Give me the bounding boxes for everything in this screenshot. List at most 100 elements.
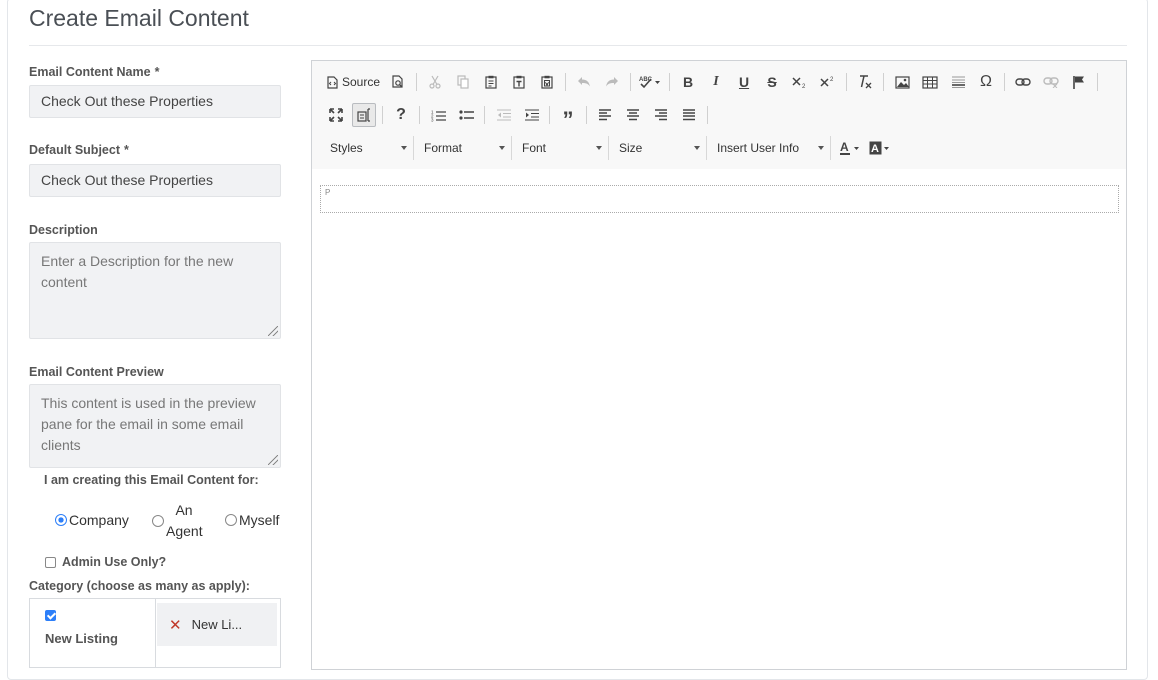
italic-icon: I: [713, 74, 719, 89]
unlink-button[interactable]: [1039, 70, 1063, 94]
resize-handle-icon[interactable]: [268, 326, 278, 336]
toolbar-separator: [586, 106, 587, 124]
subscript-button[interactable]: 2: [788, 70, 812, 94]
image-button[interactable]: [890, 70, 914, 94]
selected-category-label: New Li...: [191, 617, 243, 632]
category-checkbox-new-listing[interactable]: [45, 610, 56, 621]
outdent-button[interactable]: [491, 103, 515, 127]
admin-use-only[interactable]: Admin Use Only?: [45, 555, 166, 569]
description-placeholder: Enter a Description for the new content: [41, 253, 234, 290]
radio-unchecked-icon[interactable]: [225, 514, 237, 526]
paste-icon: [485, 75, 497, 89]
paragraph-block[interactable]: P: [320, 185, 1119, 213]
align-center-icon: [627, 109, 639, 121]
superscript-button[interactable]: 2: [816, 70, 840, 94]
bold-icon: B: [682, 74, 694, 90]
radio-an-agent[interactable]: An Agent: [152, 500, 203, 542]
svg-text:3: 3: [431, 117, 434, 122]
show-blocks-button[interactable]: [352, 103, 376, 127]
insert-user-info-combo[interactable]: Insert User Info: [711, 136, 831, 160]
paste-word-icon: [541, 75, 553, 89]
editor-content-area[interactable]: P: [312, 169, 1126, 669]
paste-word-button[interactable]: [535, 70, 559, 94]
help-button[interactable]: ?: [389, 103, 413, 127]
source-button[interactable]: Source: [324, 70, 382, 94]
preview-textarea[interactable]: This content is used in the preview pane…: [29, 384, 281, 468]
text-color-icon: A: [840, 141, 859, 155]
size-combo[interactable]: Size: [613, 136, 707, 160]
cut-icon: [429, 75, 441, 89]
preview-button[interactable]: [386, 70, 410, 94]
italic-button[interactable]: I: [704, 70, 728, 94]
blockquote-button[interactable]: ”: [556, 103, 580, 131]
toolbar-separator: [846, 73, 848, 91]
required-mark: *: [154, 65, 160, 79]
toolbar-separator: [707, 106, 708, 124]
bold-button[interactable]: B: [676, 70, 700, 94]
format-combo[interactable]: Format: [418, 136, 512, 160]
subject-label: Default Subject *: [29, 143, 129, 157]
default-subject-input[interactable]: Check Out these Properties: [29, 164, 281, 197]
link-icon: [1015, 78, 1031, 86]
table-button[interactable]: [918, 70, 942, 94]
preview-icon: [392, 75, 403, 88]
source-icon: [327, 75, 338, 89]
underline-button[interactable]: U: [732, 70, 756, 94]
email-content-name-input[interactable]: Check Out these Properties: [29, 85, 281, 118]
preview-label: Email Content Preview: [29, 365, 164, 379]
bulleted-list-button[interactable]: [454, 103, 478, 127]
copy-button[interactable]: [451, 70, 475, 94]
redo-button[interactable]: [600, 70, 624, 94]
maximize-button[interactable]: [324, 103, 348, 127]
preview-placeholder: This content is used in the preview pane…: [41, 395, 256, 453]
radio-company[interactable]: Company: [55, 512, 129, 528]
cut-button[interactable]: [423, 70, 447, 94]
undo-button[interactable]: [572, 70, 596, 94]
horizontal-line-icon: [951, 76, 965, 88]
align-center-button[interactable]: [621, 103, 645, 127]
svg-text:2: 2: [802, 84, 806, 89]
strikethrough-icon: S: [767, 74, 777, 90]
radio-myself[interactable]: Myself: [225, 512, 279, 528]
underline-icon: U: [738, 74, 750, 90]
styles-combo[interactable]: Styles: [324, 136, 414, 160]
description-textarea[interactable]: Enter a Description for the new content: [29, 242, 281, 339]
anchor-button[interactable]: [1067, 70, 1091, 94]
resize-handle-icon[interactable]: [268, 455, 278, 465]
special-char-button[interactable]: Ω: [974, 70, 998, 94]
styles-combo-label: Styles: [330, 141, 363, 155]
align-left-button[interactable]: [593, 103, 617, 127]
admin-use-only-checkbox[interactable]: [45, 556, 56, 568]
toolbar-row-1: Source ABC B I U S 2 2 Ω: [324, 69, 1104, 95]
numbered-list-button[interactable]: 123: [426, 103, 450, 127]
align-right-button[interactable]: [649, 103, 673, 127]
text-color-button[interactable]: A: [837, 136, 863, 160]
radio-checked-icon[interactable]: [55, 514, 67, 526]
remove-format-button[interactable]: [853, 70, 877, 94]
superscript-icon: 2: [820, 77, 834, 87]
subject-label-text: Default Subject: [29, 143, 120, 157]
paste-text-button[interactable]: [507, 70, 531, 94]
creating-for-radio-group: Company An Agent Myself: [55, 500, 285, 542]
category-label: Category (choose as many as apply):: [29, 579, 250, 593]
background-color-button[interactable]: A: [867, 136, 893, 160]
radio-unchecked-icon[interactable]: [152, 515, 164, 527]
remove-icon[interactable]: ✕: [169, 616, 182, 634]
indent-button[interactable]: [519, 103, 543, 127]
chevron-down-icon: [499, 146, 505, 150]
justify-icon: [683, 109, 695, 121]
toolbar-separator: [1004, 73, 1006, 91]
editor-toolbar: Source ABC B I U S 2 2 Ω ? 1 2 3 ” Style…: [312, 61, 1126, 170]
link-button[interactable]: [1011, 70, 1035, 94]
font-combo[interactable]: Font: [516, 136, 609, 160]
admin-use-only-label: Admin Use Only?: [62, 555, 167, 569]
strikethrough-button[interactable]: S: [760, 70, 784, 94]
toolbar-separator: [549, 106, 550, 124]
svg-text:A: A: [840, 141, 849, 154]
paste-button[interactable]: [479, 70, 503, 94]
copy-icon: [457, 75, 469, 89]
justify-button[interactable]: [677, 103, 701, 127]
title-divider: [29, 45, 1127, 46]
spellcheck-button[interactable]: ABC: [637, 70, 663, 94]
horizontal-line-button[interactable]: [946, 70, 970, 94]
